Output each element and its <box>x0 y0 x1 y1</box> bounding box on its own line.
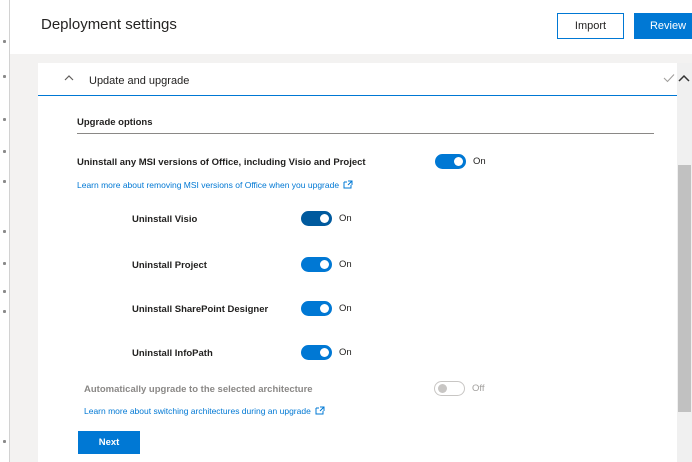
page-title: Deployment settings <box>41 16 177 33</box>
review-button[interactable]: Review <box>634 13 692 39</box>
section-header-update-and-upgrade[interactable]: Update and upgrade <box>38 63 677 96</box>
section-title: Update and upgrade <box>89 75 190 87</box>
checkmark-icon <box>663 74 675 83</box>
external-link-icon <box>315 406 325 415</box>
uninstall-visio-state: On <box>339 213 352 224</box>
uninstall-infopath-toggle[interactable] <box>301 345 332 360</box>
uninstall-msi-state: On <box>473 156 486 167</box>
next-button[interactable]: Next <box>78 431 140 454</box>
uninstall-msi-learn-more-link[interactable]: Learn more about removing MSI versions o… <box>77 180 353 190</box>
chevron-up-icon[interactable] <box>64 73 74 83</box>
uninstall-msi-toggle[interactable] <box>435 154 466 169</box>
architecture-upgrade-label: Automatically upgrade to the selected ar… <box>84 384 313 395</box>
uninstall-project-label: Uninstall Project <box>132 260 207 271</box>
uninstall-infopath-state: On <box>339 347 352 358</box>
uninstall-infopath-label: Uninstall InfoPath <box>132 348 213 359</box>
scroll-up-arrow-icon[interactable] <box>678 73 690 83</box>
uninstall-sharepoint-designer-label: Uninstall SharePoint Designer <box>132 304 269 315</box>
page-header: Deployment settings Import Review <box>10 0 692 54</box>
divider <box>77 133 654 134</box>
external-link-icon <box>343 180 353 189</box>
left-edge-strip <box>0 0 10 462</box>
uninstall-visio-toggle[interactable] <box>301 211 332 226</box>
import-button[interactable]: Import <box>557 13 624 39</box>
architecture-upgrade-state: Off <box>472 383 485 394</box>
uninstall-sharepoint-designer-state: On <box>339 303 352 314</box>
uninstall-project-toggle[interactable] <box>301 257 332 272</box>
uninstall-msi-link-text[interactable]: Learn more about removing MSI versions o… <box>77 180 339 190</box>
settings-panel: Update and upgrade Upgrade options Unins… <box>38 63 677 462</box>
architecture-learn-more-link[interactable]: Learn more about switching architectures… <box>84 406 325 416</box>
architecture-upgrade-toggle[interactable] <box>434 381 465 396</box>
scrollbar-thumb[interactable] <box>678 165 691 412</box>
uninstall-msi-label: Uninstall any MSI versions of Office, in… <box>77 157 366 168</box>
upgrade-options-heading: Upgrade options <box>77 117 153 128</box>
architecture-link-text[interactable]: Learn more about switching architectures… <box>84 406 311 416</box>
uninstall-visio-label: Uninstall Visio <box>132 214 198 225</box>
uninstall-sharepoint-designer-toggle[interactable] <box>301 301 332 316</box>
uninstall-project-state: On <box>339 259 352 270</box>
